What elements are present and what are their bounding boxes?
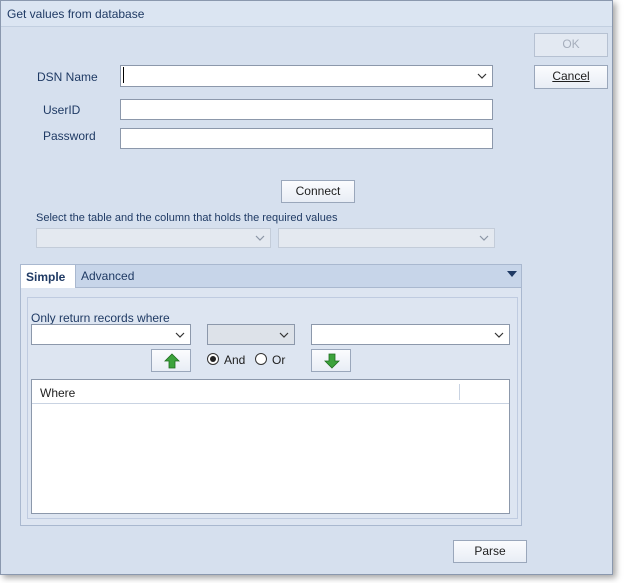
chevron-down-icon (477, 73, 487, 79)
grid-header: Where (32, 380, 509, 404)
text-caret (123, 67, 124, 83)
and-radio-dot (210, 356, 216, 362)
chevron-down-icon (279, 332, 289, 338)
group-label: Only return records where (31, 311, 170, 325)
operator-combobox[interactable] (207, 324, 295, 345)
field-combobox[interactable] (31, 324, 191, 345)
tab-advanced[interactable]: Advanced (81, 269, 134, 283)
dsn-label: DSN Name (37, 70, 98, 84)
and-label: And (224, 353, 246, 367)
and-radio[interactable] (207, 353, 219, 365)
password-input[interactable] (120, 128, 493, 149)
triangle-down-icon[interactable] (507, 271, 517, 277)
password-label: Password (43, 129, 96, 143)
criteria-combobox[interactable] (311, 324, 510, 345)
chevron-down-icon (479, 235, 489, 241)
tab-simple[interactable]: Simple (20, 264, 76, 289)
parse-button[interactable]: Parse (453, 540, 527, 563)
window-title: Get values from database (7, 7, 145, 21)
dialog-window: Get values from database OK Cancel DSN N… (0, 0, 613, 575)
move-up-button[interactable] (151, 349, 191, 372)
grid-column-divider (459, 384, 460, 400)
title-bar: Get values from database (1, 1, 612, 27)
column-combobox[interactable] (278, 228, 495, 248)
chevron-down-icon (255, 235, 265, 241)
chevron-down-icon (494, 332, 504, 338)
table-combobox[interactable] (36, 228, 271, 248)
where-grid[interactable]: Where (31, 379, 510, 514)
arrow-up-icon (164, 353, 180, 369)
or-radio[interactable] (255, 353, 267, 365)
ok-button[interactable]: OK (534, 33, 608, 57)
userid-label: UserID (43, 103, 81, 117)
grid-column-where: Where (40, 386, 76, 400)
userid-input[interactable] (120, 99, 493, 120)
dsn-combobox[interactable] (120, 65, 493, 87)
connect-button[interactable]: Connect (281, 180, 355, 203)
or-label: Or (272, 353, 286, 367)
cancel-button[interactable]: Cancel (534, 65, 608, 89)
chevron-down-icon (175, 332, 185, 338)
arrow-down-icon (324, 353, 340, 369)
move-down-button[interactable] (311, 349, 351, 372)
table-select-label: Select the table and the column that hol… (36, 212, 338, 224)
